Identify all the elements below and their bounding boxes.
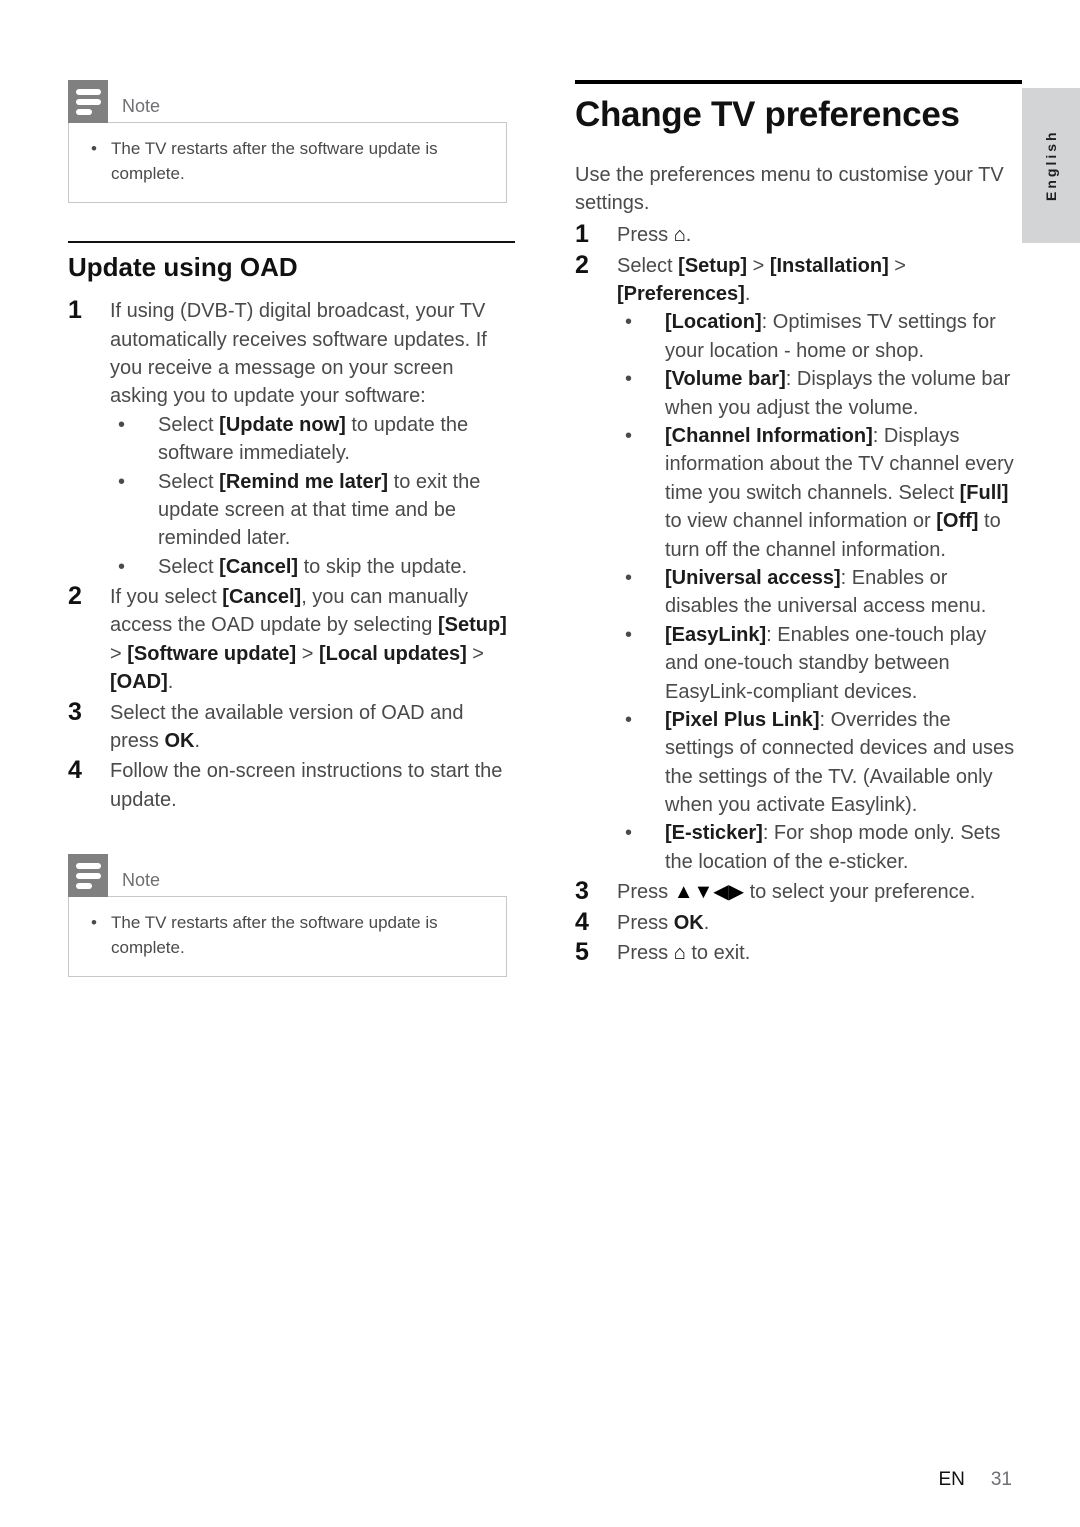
note-title: Note [122,870,161,891]
right-steps-top: 1 Press ⌂. 2 Select [Setup] > [Installat… [575,220,1022,877]
bullet-lead: Select [158,555,220,578]
note-item: The TV restarts after the software updat… [85,137,490,186]
page-footer: EN 31 [938,1469,1012,1491]
step-text: If using (DVB-T) digital broadcast, your… [110,300,487,408]
pref-name: [EasyLink] [665,623,767,646]
section-rule [68,241,515,244]
step-text: Press ▲▼◀▶ to select your preference. [617,881,976,904]
bullet-bold: [Update now] [219,413,346,436]
step-text: Follow the on-screen instructions to sta… [110,760,503,811]
pref-desc-2: to view channel information or [665,510,937,533]
step-number: 2 [575,250,589,279]
note-item: The TV restarts after the software updat… [85,911,490,960]
note-title: Note [122,96,161,116]
list-item: Select [Remind me later] to exit the upd… [110,468,515,553]
footer-page-number: 31 [990,1469,1012,1490]
pref-name: [Volume bar] [665,368,786,391]
step-number: 3 [575,877,589,906]
page-title: Change TV preferences [575,95,960,134]
step-item: 5 Press ⌂ to exit. [575,938,1022,967]
step-text: Press ⌂ to exit. [617,942,751,965]
language-tab-label: English [1043,129,1059,202]
right-steps-bottom: 3 Press ▲▼◀▶ to select your preference. … [575,877,1022,967]
pref-name: [E-sticker] [665,822,763,845]
home-icon: ⌂ [673,224,686,247]
pref-name: [Pixel Plus Link] [665,708,820,731]
left-column: Note The TV restarts after the software … [68,80,515,978]
list-item: [EasyLink]: Enables one-touch play and o… [617,621,1022,706]
step-number: 4 [575,907,589,936]
step-number: 3 [68,697,82,726]
chapter-rule [575,80,1022,84]
step-item: 3 Select the available version of OAD an… [68,697,515,756]
bullet-bold: [Cancel] [219,555,299,578]
bullet-lead: Select [158,470,220,493]
list-item: [E-sticker]: For shop mode only. Sets th… [617,819,1022,876]
step-item: 2 Select [Setup] > [Installation] > [Pre… [575,250,1022,877]
step-item: 3 Press ▲▼◀▶ to select your preference. [575,877,1022,906]
step-text: Press OK. [617,911,710,934]
step-text: If you select [Cancel], you can manually… [110,586,507,694]
section-heading: Update using OAD [68,252,298,283]
list-item: [Universal access]: Enables or disables … [617,564,1022,621]
list-item: Select [Cancel] to skip the update. [110,553,515,582]
step-item: 4 Press OK. [575,907,1022,937]
list-item: [Location]: Optimises TV settings for yo… [617,308,1022,365]
note-body: The TV restarts after the software updat… [68,122,507,204]
right-column: Change TV preferences Use the preference… [575,80,1022,969]
step-item: 1 If using (DVB-T) digital broadcast, yo… [68,296,515,582]
step-sub-bullets: Select [Update now] to update the softwa… [110,411,515,582]
note-header: Note [68,80,515,123]
step-number: 5 [575,938,589,967]
list-item: Select [Update now] to update the softwa… [110,411,515,468]
pref-name: [Location] [665,311,762,334]
note-header: Note [68,854,515,898]
bullet-tail: to skip the update. [298,555,468,578]
footer-language-code: EN [938,1469,965,1490]
note-icon [68,854,108,898]
pref-option-full: [Full] [959,481,1009,504]
step-number: 2 [68,582,82,611]
intro-paragraph: Use the preferences menu to customise yo… [575,163,1004,214]
list-item: [Volume bar]: Displays the volume bar wh… [617,365,1022,422]
home-icon: ⌂ [673,942,686,965]
list-item: [Channel Information]: Displays informat… [617,422,1022,564]
step-number: 1 [68,296,82,325]
note-box-bottom: Note The TV restarts after the software … [68,854,515,978]
note-icon [68,80,108,123]
preference-bullets: [Location]: Optimises TV settings for yo… [617,308,1022,876]
bullet-bold: [Remind me later] [219,470,389,493]
step-item: 1 Press ⌂. [575,220,1022,249]
step-text: Press ⌂. [617,224,692,247]
bullet-lead: Select [158,413,220,436]
pref-name: [Channel Information] [665,425,873,448]
step-text: Select [Setup] > [Installation] > [Prefe… [617,254,906,306]
list-item: [Pixel Plus Link]: Overrides the setting… [617,706,1022,820]
pref-name: [Universal access] [665,566,841,589]
document-page: English Note The TV restarts after the s… [0,0,1080,1527]
step-number: 4 [68,756,82,785]
step-item: 4 Follow the on-screen instructions to s… [68,756,515,814]
note-box-top: Note The TV restarts after the software … [68,80,515,204]
dpad-icon: ▲▼◀▶ [673,881,745,904]
pref-option-off: [Off] [936,510,979,533]
step-number: 1 [575,220,589,249]
language-tab: English [1022,88,1080,243]
left-steps-list: 1 If using (DVB-T) digital broadcast, yo… [68,296,515,814]
step-item: 2 If you select [Cancel], you can manual… [68,582,515,697]
note-body: The TV restarts after the software updat… [68,896,507,978]
step-text: Select the available version of OAD and … [110,701,464,753]
